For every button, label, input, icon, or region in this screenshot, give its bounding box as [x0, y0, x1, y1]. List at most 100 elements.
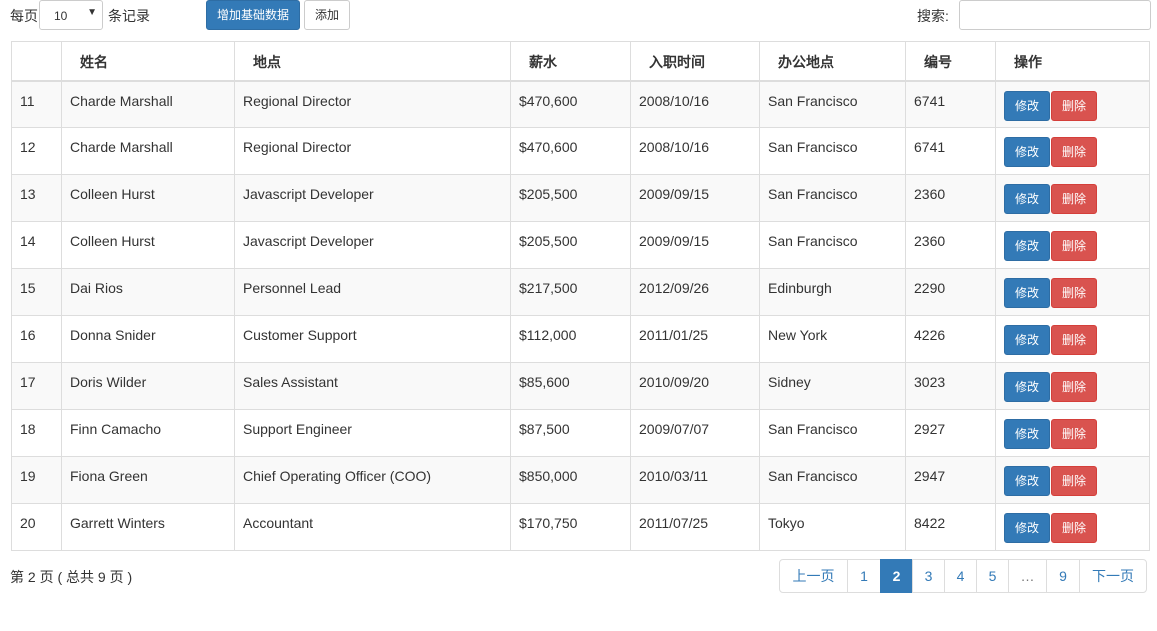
table-cell: Doris Wilder [61, 362, 235, 410]
table-cell: 13 [11, 174, 62, 222]
table-cell: Regional Director [234, 127, 511, 175]
table-cell: San Francisco [759, 221, 906, 269]
table-cell: Javascript Developer [234, 174, 511, 222]
add-basic-data-button[interactable]: 增加基础数据 [206, 0, 300, 30]
table-cell: $850,000 [510, 456, 631, 504]
row-actions: 修改 删除 [995, 221, 1150, 269]
table-cell: 3023 [905, 362, 996, 410]
table-row: 20 Garrett Winters Accountant $170,750 2011/… [11, 503, 1150, 551]
table-cell: 2012/09/26 [630, 268, 760, 316]
table-cell: $85,600 [510, 362, 631, 410]
table-cell: 2947 [905, 456, 996, 504]
table-cell: New York [759, 315, 906, 363]
column-header[interactable]: 薪水 [510, 41, 631, 82]
column-header[interactable]: 编号 [905, 41, 996, 82]
table-cell: $205,500 [510, 221, 631, 269]
table-cell: Donna Snider [61, 315, 235, 363]
page-button[interactable]: 5 [976, 559, 1009, 593]
table-row: 13 Colleen Hurst Javascript Developer $205,… [11, 174, 1150, 222]
table-cell: Javascript Developer [234, 221, 511, 269]
table-cell: $217,500 [510, 268, 631, 316]
table-cell: $170,750 [510, 503, 631, 551]
page-button[interactable]: 4 [944, 559, 977, 593]
delete-button[interactable]: 删除 [1051, 90, 1097, 121]
table-cell: San Francisco [759, 456, 906, 504]
column-header[interactable]: 地点 [234, 41, 511, 82]
table-cell: Edinburgh [759, 268, 906, 316]
delete-button[interactable]: 删除 [1051, 278, 1097, 308]
table-body: 11 Charde Marshall Regional Director $470,6… [11, 80, 1150, 551]
table-cell: Garrett Winters [61, 503, 235, 551]
add-button[interactable]: 添加 [304, 0, 350, 30]
table-cell: Sales Assistant [234, 362, 511, 410]
table-row: 18 Finn Camacho Support Engineer $87,500 200… [11, 409, 1150, 457]
table-cell: 2009/07/07 [630, 409, 760, 457]
page-button[interactable]: 3 [912, 559, 945, 593]
table-cell: 15 [11, 268, 62, 316]
prev-page-button[interactable]: 上一页 [779, 559, 848, 593]
search-input[interactable] [959, 0, 1151, 30]
row-actions: 修改 删除 [995, 409, 1150, 457]
page-size-value: 10 [54, 9, 68, 23]
data-table: 姓名 地点 薪水 入职时间 办公地点 编号 操作 11 Charde Marshall Regi… [11, 41, 1150, 551]
table-cell: 4226 [905, 315, 996, 363]
table-cell: 2927 [905, 409, 996, 457]
table-cell: 2360 [905, 221, 996, 269]
table-cell: Fiona Green [61, 456, 235, 504]
edit-button[interactable]: 修改 [1004, 231, 1050, 261]
column-header[interactable]: 入职时间 [630, 41, 760, 82]
edit-button[interactable]: 修改 [1004, 513, 1050, 543]
table-cell: 2009/09/15 [630, 174, 760, 222]
table-cell: 2011/07/25 [630, 503, 760, 551]
table-cell: 2008/10/16 [630, 127, 760, 175]
edit-button[interactable]: 修改 [1004, 419, 1050, 449]
row-actions: 修改 删除 [995, 456, 1150, 504]
table-cell: 2011/01/25 [630, 315, 760, 363]
table-row: 16 Donna Snider Customer Support $112,000 20… [11, 315, 1150, 363]
table-cell: Personnel Lead [234, 268, 511, 316]
table-cell: Charde Marshall [61, 127, 235, 175]
table-row: 14 Colleen Hurst Javascript Developer $205,… [11, 221, 1150, 269]
column-header[interactable] [11, 41, 62, 82]
table-row: 15 Dai Rios Personnel Lead $217,500 2012/09/… [11, 268, 1150, 316]
table-cell: 20 [11, 503, 62, 551]
delete-button[interactable]: 删除 [1051, 325, 1097, 355]
delete-button[interactable]: 删除 [1051, 372, 1097, 402]
edit-button[interactable]: 修改 [1004, 325, 1050, 355]
delete-button[interactable]: 删除 [1051, 419, 1097, 449]
delete-button[interactable]: 删除 [1051, 137, 1097, 167]
page-size-select[interactable]: 10 ▼ [39, 0, 103, 30]
table-cell: Accountant [234, 503, 511, 551]
edit-button[interactable]: 修改 [1004, 278, 1050, 308]
table-cell: 2009/09/15 [630, 221, 760, 269]
page-button[interactable]: 1 [847, 559, 881, 593]
table-cell: 12 [11, 127, 62, 175]
delete-button[interactable]: 删除 [1051, 184, 1097, 214]
row-actions: 修改 删除 [995, 174, 1150, 222]
caret-down-icon: ▼ [87, 7, 97, 18]
page-button[interactable]: 2 [880, 559, 913, 593]
delete-button[interactable]: 删除 [1051, 231, 1097, 261]
delete-button[interactable]: 删除 [1051, 466, 1097, 496]
column-header[interactable]: 办公地点 [759, 41, 906, 82]
row-actions: 修改 删除 [995, 80, 1150, 128]
page-button[interactable]: 9 [1046, 559, 1080, 593]
table-cell: 14 [11, 221, 62, 269]
edit-button[interactable]: 修改 [1004, 466, 1050, 496]
table-cell: Finn Camacho [61, 409, 235, 457]
delete-button[interactable]: 删除 [1051, 513, 1097, 543]
table-cell: Charde Marshall [61, 80, 235, 128]
next-page-button[interactable]: 下一页 [1079, 559, 1147, 593]
edit-button[interactable]: 修改 [1004, 372, 1050, 402]
table-cell: 2008/10/16 [630, 80, 760, 128]
edit-button[interactable]: 修改 [1004, 137, 1050, 167]
pagination: 上一页 1 2 3 4 5… 9 下一页 [779, 559, 1147, 593]
row-actions: 修改 删除 [995, 315, 1150, 363]
page-numbers: 1 2 3 4 5… 9 [847, 559, 1080, 593]
edit-button[interactable]: 修改 [1004, 90, 1050, 121]
column-header[interactable]: 姓名 [61, 41, 235, 82]
column-header[interactable]: 操作 [995, 41, 1150, 82]
edit-button[interactable]: 修改 [1004, 184, 1050, 214]
table-row: 12 Charde Marshall Regional Director $470,6… [11, 127, 1150, 175]
table-cell: San Francisco [759, 80, 906, 128]
